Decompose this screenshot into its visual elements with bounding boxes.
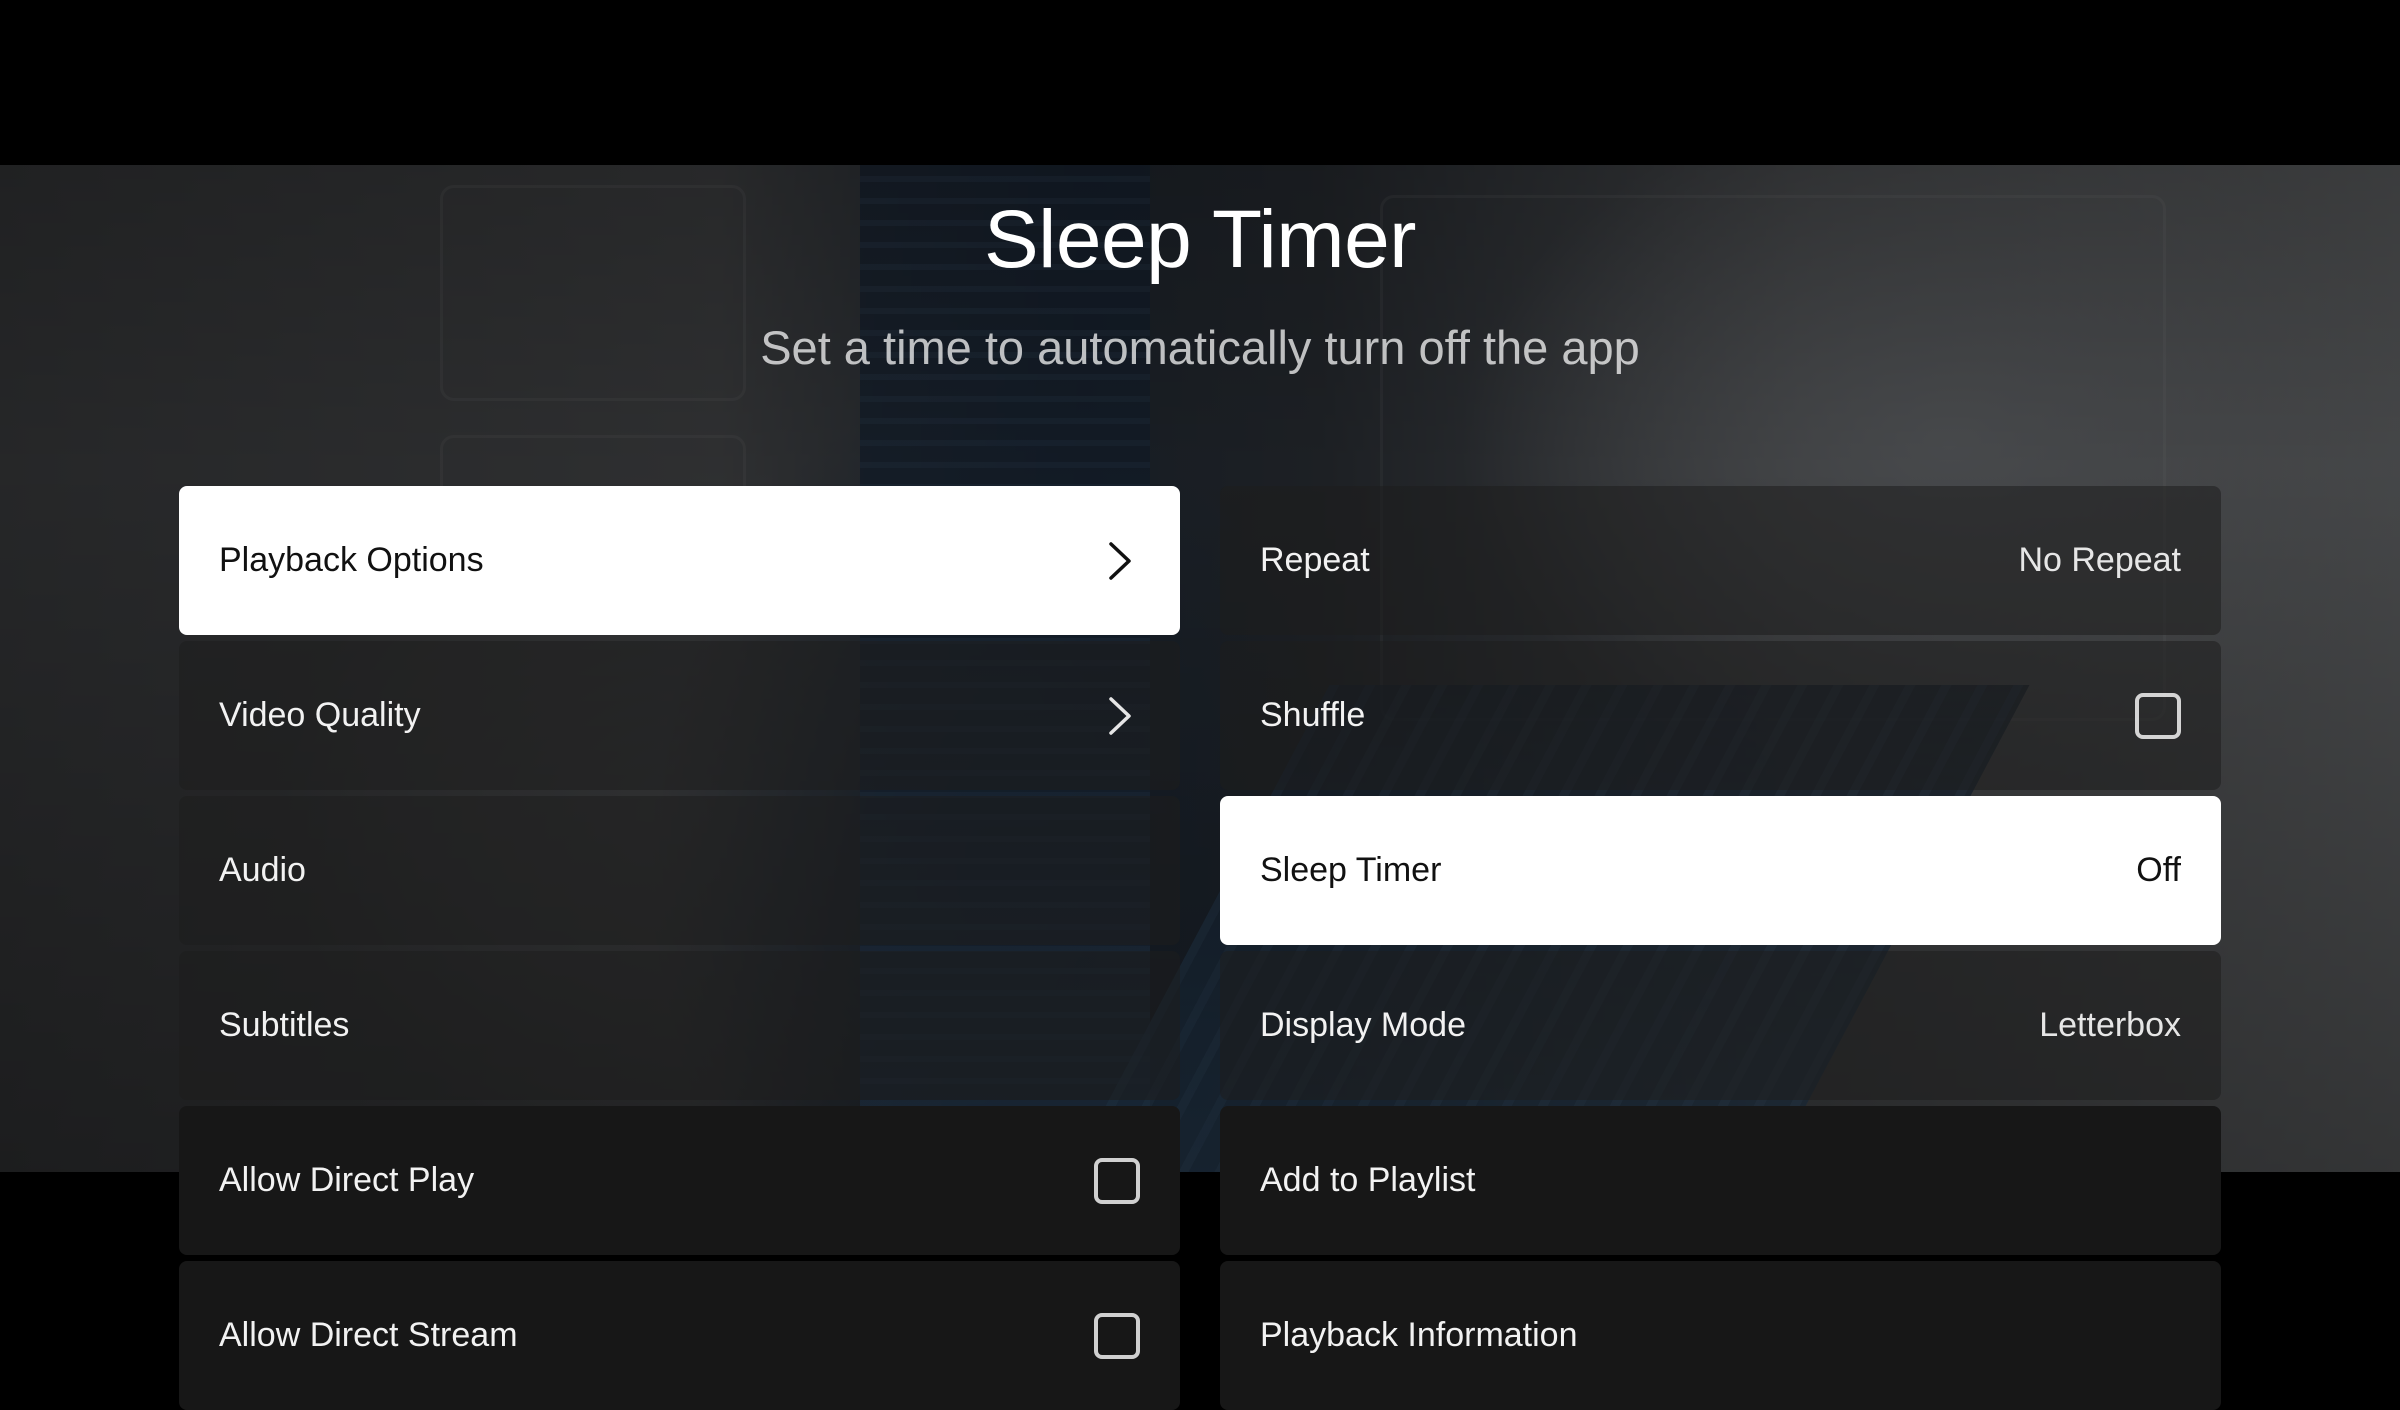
- sleep-timer-item[interactable]: Sleep Timer Off: [1220, 796, 2221, 945]
- audio-item[interactable]: Audio: [179, 796, 1180, 945]
- video-quality-item[interactable]: Video Quality: [179, 641, 1180, 790]
- chevron-right-icon: [1100, 541, 1140, 581]
- page-subtitle: Set a time to automatically turn off the…: [760, 321, 1640, 374]
- item-label: Allow Direct Stream: [219, 1316, 518, 1354]
- allow-direct-play-checkbox[interactable]: [1094, 1157, 1140, 1204]
- sleep-timer-value: Off: [2136, 851, 2181, 889]
- page-title: Sleep Timer: [983, 194, 1417, 285]
- shuffle-checkbox[interactable]: [2135, 692, 2181, 739]
- item-label: Allow Direct Play: [219, 1161, 475, 1199]
- allow-direct-play-item[interactable]: Allow Direct Play: [179, 1106, 1180, 1255]
- chevron-right-icon: [1100, 696, 1140, 736]
- repeat-value: No Repeat: [2018, 541, 2181, 579]
- playback-options-item[interactable]: Playback Options: [179, 486, 1180, 635]
- subtitles-item[interactable]: Subtitles: [179, 951, 1180, 1100]
- display-mode-value: Letterbox: [2039, 1006, 2181, 1044]
- header: Sleep Timer Set a time to automatically …: [0, 190, 2400, 376]
- item-label: Sleep Timer: [1260, 851, 1442, 889]
- item-label: Subtitles: [219, 1006, 350, 1044]
- allow-direct-stream-checkbox[interactable]: [1094, 1312, 1140, 1359]
- display-mode-item[interactable]: Display Mode Letterbox: [1220, 951, 2221, 1100]
- item-label: Repeat: [1260, 541, 1370, 579]
- item-label: Shuffle: [1260, 696, 1366, 734]
- shuffle-item[interactable]: Shuffle: [1220, 641, 2221, 790]
- item-label: Audio: [219, 851, 306, 889]
- item-label: Playback Information: [1260, 1316, 1578, 1354]
- item-label: Display Mode: [1260, 1006, 1466, 1044]
- repeat-item[interactable]: Repeat No Repeat: [1220, 486, 2221, 635]
- allow-direct-stream-item[interactable]: Allow Direct Stream: [179, 1261, 1180, 1410]
- item-label: Video Quality: [219, 696, 421, 734]
- item-label: Add to Playlist: [1260, 1161, 1476, 1199]
- item-label: Playback Options: [219, 541, 484, 579]
- playback-information-item[interactable]: Playback Information: [1220, 1261, 2221, 1410]
- add-to-playlist-item[interactable]: Add to Playlist: [1220, 1106, 2221, 1255]
